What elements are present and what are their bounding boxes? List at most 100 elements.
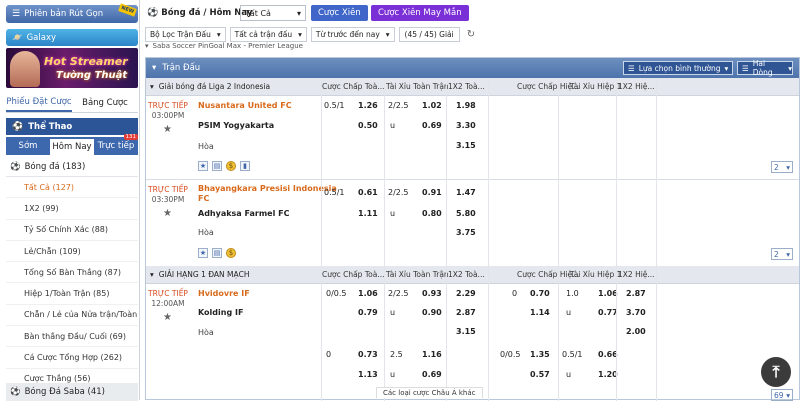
odds-cell[interactable]: 0.73 (358, 350, 378, 359)
live-label: TRỰC TIẾP (148, 185, 188, 194)
tab-betslip[interactable]: Phiếu Đặt Cược (6, 93, 72, 112)
more-markets-button[interactable]: 2 ▾ (771, 248, 793, 260)
odds-cell[interactable]: 0.70 (530, 289, 550, 298)
planet-icon: 🪐 (12, 32, 23, 43)
odds-cell[interactable]: 5.80 (456, 209, 476, 218)
odds-cell[interactable]: 1.16 (422, 350, 442, 359)
odds-cell[interactable]: 1.35 (530, 350, 550, 359)
menu-item[interactable]: Cá Cược Tổng Hợp (262) (6, 347, 138, 369)
draw-label: Hòa (198, 142, 214, 151)
menu-item[interactable]: 1X2 (99) (6, 198, 138, 220)
match-row: TRỰC TIẾP 03:00PM ★ Nusantara United FC P… (146, 96, 799, 180)
odds-cell[interactable]: 2.87 (456, 308, 476, 317)
odds-cell[interactable]: 0.50 (358, 121, 378, 130)
parlay-button[interactable]: Cược Xiên (311, 5, 368, 21)
odds-cell[interactable]: 3.30 (456, 121, 476, 130)
star-icon[interactable]: ★ (198, 248, 208, 258)
more-markets-button[interactable]: 69 ▾ (771, 389, 793, 401)
odds-cell[interactable]: 1.13 (358, 370, 378, 379)
menu-saba-label: Bóng Đá Saba (41) (24, 387, 105, 397)
menu-item[interactable]: Tất Cả (127) (6, 177, 138, 199)
favorite-star-icon[interactable]: ★ (163, 208, 172, 219)
odds-cell[interactable]: 1.20 (598, 370, 618, 379)
col-header: 1X2 Hiệ... (618, 82, 655, 91)
odds-cell[interactable]: 0.61 (358, 188, 378, 197)
odds-cell[interactable]: 0.77 (598, 308, 618, 317)
menu-item[interactable]: Tỷ Số Chính Xác (88) (6, 220, 138, 241)
menu-item[interactable]: Chẵn / Lẻ của Nửa trận/Toàn (78) (6, 305, 138, 327)
odds-cell[interactable]: 0.79 (358, 308, 378, 317)
away-team: Adhyaksa Farmel FC (198, 209, 290, 218)
menu-saba[interactable]: ⚽ Bóng Đá Saba (41) (6, 383, 138, 401)
betslip-tabs: Phiếu Đặt Cược Bảng Cược (6, 93, 138, 113)
scoreboard-icon[interactable]: ▤ (212, 248, 222, 258)
odds-cell[interactable]: 0.69 (422, 370, 442, 379)
odds-cell[interactable]: 3.70 (626, 308, 646, 317)
lucky-parlay-button[interactable]: Cược Xiên May Mắn (371, 5, 469, 21)
odds-cell[interactable]: 1.26 (358, 101, 378, 110)
market-select[interactable]: Tất Cả ▾ (240, 5, 306, 21)
odds-cell[interactable]: 1.11 (358, 209, 378, 218)
compact-version-button[interactable]: ☰ Phiên bản Rút Gọn NEW (6, 3, 138, 23)
streamer-image (10, 51, 40, 87)
scroll-to-top-button[interactable]: ⤒ (761, 357, 791, 387)
odds-cell[interactable]: 0.90 (422, 308, 442, 317)
more-markets-button[interactable]: 2 ▾ (771, 161, 793, 173)
filter-bar: Bộ Lọc Trận Đấu ▾ Tất cả trận đấu ▾ Từ trư… (145, 26, 475, 42)
star-icon[interactable]: ★ (198, 161, 208, 171)
odds-cell[interactable]: 1.06 (598, 289, 618, 298)
all-matches-select[interactable]: Tất cả trận đấu ▾ (229, 26, 307, 42)
display-mode-select[interactable]: ☰ Lựa chọn bình thường ▾ (623, 61, 733, 75)
divider (656, 78, 657, 401)
odds-cell[interactable]: 3.15 (456, 141, 476, 150)
odds-cell[interactable]: 2.29 (456, 289, 476, 298)
tab-bet-list[interactable]: Bảng Cược (72, 93, 138, 112)
odds-cell[interactable]: 0.69 (422, 121, 442, 130)
tab-live[interactable]: Trực tiếp 131 (94, 134, 138, 155)
odds-cell[interactable]: 1.47 (456, 188, 476, 197)
menu-item[interactable]: Tổng Số Bàn Thắng (87) (6, 262, 138, 284)
refresh-icon[interactable]: ↻ (467, 29, 475, 40)
rows-select[interactable]: ☰ Hai Dòng ▾ (737, 59, 793, 77)
league-row[interactable]: ▾ GIẢI HẠNG 1 ĐAN MẠCH Cược Chấp Toà... T… (146, 266, 799, 284)
all-matches-label: Tất cả trận đấu (234, 29, 293, 39)
menu-item[interactable]: Hiệp 1/Toàn Trận (85) (6, 283, 138, 305)
coin-icon[interactable]: $ (226, 161, 236, 171)
odds-cell[interactable]: 0.80 (422, 209, 442, 218)
odds-cell[interactable]: 1.98 (456, 101, 476, 110)
time-range-select[interactable]: Từ trước đến nay ▾ (310, 26, 395, 42)
collapse-icon[interactable]: ▾ (152, 63, 156, 73)
banner-line2: Tường Thuật (56, 70, 128, 81)
coin-icon[interactable]: $ (226, 248, 236, 258)
divider (558, 78, 559, 401)
odds-cell[interactable]: 0.66 (598, 350, 618, 359)
time-range-label: Từ trước đến nay (315, 29, 380, 39)
odds-cell[interactable]: 3.15 (456, 327, 476, 336)
odds-cell[interactable]: 1.02 (422, 101, 442, 110)
odds-cell[interactable]: 0.93 (422, 289, 442, 298)
stats-icon[interactable]: ▮ (240, 161, 250, 171)
odds-cell[interactable]: 1.14 (530, 308, 550, 317)
tab-today[interactable]: Hôm Nay (50, 139, 94, 155)
odds-cell[interactable]: 2.00 (626, 327, 646, 336)
odds-cell[interactable]: 2.87 (626, 289, 646, 298)
league-row[interactable]: ▾ Giải bóng đá Liga 2 Indonesia Cược Chấp… (146, 78, 799, 96)
hot-streamer-banner[interactable]: Hot Streamer Tường Thuật (6, 48, 138, 88)
time-tabs: Sớm Hôm Nay Trực tiếp 131 (6, 134, 138, 155)
scoreboard-icon[interactable]: ▤ (212, 161, 222, 171)
chevron-down-icon: ▾ (786, 249, 790, 259)
menu-item[interactable]: Bàn thắng Đầu/ Cuối (69) (6, 326, 138, 348)
galaxy-button[interactable]: 🪐 Galaxy (6, 29, 138, 46)
panel-header: ▾ Trận Đấu ☰ Lựa chọn bình thường ▾ ☰ Hai D… (146, 58, 799, 78)
odds-cell[interactable]: 1.06 (358, 289, 378, 298)
odds-cell[interactable]: 3.75 (456, 228, 476, 237)
tab-early[interactable]: Sớm (6, 137, 50, 155)
menu-football[interactable]: ⚽ Bóng đá (183) (6, 157, 138, 177)
odds-cell[interactable]: 0.57 (530, 370, 550, 379)
other-asian-markets-tab[interactable]: Các loại cược Châu Á khác (376, 387, 483, 398)
favorite-star-icon[interactable]: ★ (163, 124, 172, 135)
match-filter-select[interactable]: Bộ Lọc Trận Đấu ▾ (145, 26, 226, 42)
favorite-star-icon[interactable]: ★ (163, 312, 172, 323)
odds-cell[interactable]: 0.91 (422, 188, 442, 197)
menu-item[interactable]: Lẻ/Chẵn (109) (6, 241, 138, 263)
